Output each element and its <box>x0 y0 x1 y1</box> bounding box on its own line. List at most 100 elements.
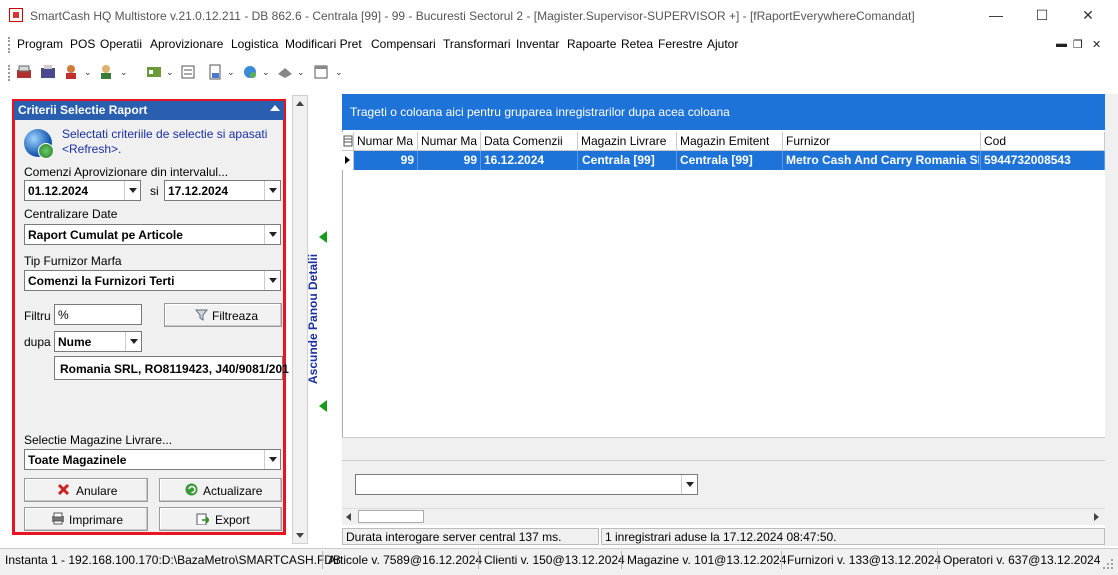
menu-pos[interactable]: POS <box>70 37 95 51</box>
centralizare-select[interactable]: Raport Cumulat pe Articole <box>24 224 281 245</box>
interval-label: Comenzi Aprovizionare din intervalul... <box>24 165 229 179</box>
list-icon[interactable] <box>180 64 196 80</box>
date-from-value: 01.12.2024 <box>28 184 89 198</box>
chevron-down-icon[interactable] <box>681 475 697 494</box>
chevron-down-icon[interactable]: ⌄ <box>335 67 343 78</box>
actualizare-button[interactable]: Actualizare <box>159 478 282 502</box>
minimize-button[interactable]: — <box>973 4 1019 28</box>
chevron-down-icon[interactable] <box>264 181 280 200</box>
grid-indicator-header[interactable] <box>342 132 354 151</box>
date-from-picker[interactable]: 01.12.2024 <box>24 180 141 201</box>
chevron-down-icon[interactable] <box>264 450 280 469</box>
scroll-left-icon[interactable] <box>346 513 351 521</box>
pos-icon[interactable] <box>16 64 32 80</box>
hide-details-toggle[interactable]: Ascunde Panou Detalii <box>306 254 320 384</box>
column-header-data-comenzii[interactable]: Data Comenzii <box>481 132 578 151</box>
column-header-magazin-emitent[interactable]: Magazin Emitent <box>677 132 783 151</box>
scrollbar-thumb[interactable] <box>358 510 424 523</box>
criteria-panel-title: Criterii Selectie Raport <box>18 103 148 117</box>
date-to-value: 17.12.2024 <box>168 184 229 198</box>
dupa-select[interactable]: Nume <box>54 331 142 352</box>
supplier-list-item[interactable]: Romania SRL, RO8119423, J40/9081/201 <box>60 362 289 376</box>
column-header-cod[interactable]: Cod <box>981 132 1105 151</box>
user-icon[interactable] <box>64 64 80 80</box>
filtru-input[interactable]: % <box>54 304 142 325</box>
scroll-up-icon[interactable] <box>296 101 304 106</box>
menu-program[interactable]: Program <box>17 37 63 51</box>
arrow-left-icon[interactable] <box>319 400 327 412</box>
menu-transformari[interactable]: Transformari <box>443 37 511 51</box>
menu-aprovizionare[interactable]: Aprovizionare <box>150 37 223 51</box>
table-row-cell[interactable]: Metro Cash And Carry Romania SRL <box>783 151 981 170</box>
imprimare-button[interactable]: Imprimare <box>24 507 148 531</box>
export-icon <box>196 513 209 525</box>
mdi-minimize-button[interactable]: ▬ <box>1056 38 1067 50</box>
filtru-label: Filtru <box>24 309 51 323</box>
arrow-left-icon[interactable] <box>319 231 327 243</box>
group-by-panel[interactable]: Trageti o coloana aici pentru gruparea i… <box>342 94 1105 130</box>
window-icon[interactable] <box>313 64 329 80</box>
document-icon[interactable] <box>207 64 223 80</box>
chevron-down-icon[interactable]: ⌄ <box>166 67 174 78</box>
column-header-numar-ma-1[interactable]: Numar Ma <box>354 132 418 151</box>
chevron-down-icon[interactable] <box>264 225 280 244</box>
menu-inventar[interactable]: Inventar <box>516 37 559 51</box>
table-row-cell[interactable]: Centrala [99] <box>677 151 783 170</box>
collapse-icon[interactable] <box>270 105 280 111</box>
supplier-icon[interactable] <box>99 64 115 80</box>
magazine-select[interactable]: Toate Magazinele <box>24 449 281 470</box>
menu-modificari-pret[interactable]: Modificari Pret <box>285 37 362 51</box>
register-icon[interactable] <box>40 64 56 80</box>
maximize-button[interactable]: ☐ <box>1019 4 1065 28</box>
status-operatori: Operatori v. 637@13.12.2024 <box>943 553 1101 567</box>
chevron-down-icon[interactable]: ⌄ <box>297 67 305 78</box>
goods-icon[interactable] <box>146 64 162 80</box>
menu-retea[interactable]: Retea <box>621 37 653 51</box>
table-row-cell[interactable]: 5944732008543 <box>981 151 1105 170</box>
column-header-furnizor[interactable]: Furnizor <box>783 132 981 151</box>
toolbar-grip[interactable] <box>8 65 11 81</box>
table-row-cell[interactable]: Centrala [99] <box>578 151 677 170</box>
menu-rapoarte[interactable]: Rapoarte <box>567 37 616 51</box>
row-indicator[interactable] <box>342 151 354 170</box>
menu-grip[interactable] <box>8 37 11 53</box>
info-text-line2: <Refresh>. <box>62 142 122 156</box>
chevron-down-icon[interactable] <box>124 181 140 200</box>
date-to-picker[interactable]: 17.12.2024 <box>164 180 281 201</box>
chevron-down-icon[interactable]: ⌄ <box>227 67 235 78</box>
mdi-restore-button[interactable]: ❐ <box>1073 38 1083 51</box>
tools-icon[interactable] <box>277 64 293 80</box>
scroll-down-icon[interactable] <box>296 533 304 538</box>
filtreaza-button[interactable]: Filtreaza <box>164 303 282 327</box>
chevron-down-icon[interactable]: ⌄ <box>120 67 128 78</box>
criteria-panel-header[interactable]: Criterii Selectie Raport <box>14 101 284 120</box>
menu-ferestre[interactable]: Ferestre <box>658 37 703 51</box>
menu-operatii[interactable]: Operatii <box>100 37 142 51</box>
chevron-down-icon[interactable] <box>264 271 280 290</box>
export-button[interactable]: Export <box>159 507 282 531</box>
detail-select[interactable] <box>355 474 698 495</box>
network-icon[interactable] <box>242 64 258 80</box>
chevron-down-icon[interactable]: ⌄ <box>262 67 270 78</box>
status-magazine: Magazine v. 101@13.12.2024 <box>627 553 787 567</box>
menu-compensari[interactable]: Compensari <box>371 37 436 51</box>
tip-furnizor-select[interactable]: Comenzi la Furnizori Terti <box>24 270 281 291</box>
chevron-down-icon[interactable] <box>125 332 141 351</box>
menu-ajutor[interactable]: Ajutor <box>707 37 738 51</box>
column-header-magazin-livrare[interactable]: Magazin Livrare <box>578 132 677 151</box>
horizontal-scrollbar[interactable] <box>342 508 1105 525</box>
table-row-cell[interactable]: 16.12.2024 <box>481 151 578 170</box>
anulare-button[interactable]: Anulare <box>24 478 148 502</box>
scroll-right-icon[interactable] <box>1094 513 1099 521</box>
column-header-numar-ma-2[interactable]: Numar Ma <box>418 132 481 151</box>
table-row-cell[interactable]: 99 <box>418 151 481 170</box>
resize-grip-icon[interactable] <box>1102 558 1114 570</box>
menu-logistica[interactable]: Logistica <box>231 37 278 51</box>
table-row-cell[interactable]: 99 <box>354 151 418 170</box>
close-button[interactable]: ✕ <box>1065 4 1111 28</box>
chevron-down-icon[interactable]: ⌄ <box>84 67 92 78</box>
mdi-close-button[interactable]: ✕ <box>1092 38 1101 51</box>
dupa-value: Nume <box>58 335 92 349</box>
supplier-list[interactable]: Romania SRL, RO8119423, J40/9081/201 <box>54 356 289 380</box>
status-articole: Articole v. 7589@16.12.2024 <box>328 553 483 567</box>
